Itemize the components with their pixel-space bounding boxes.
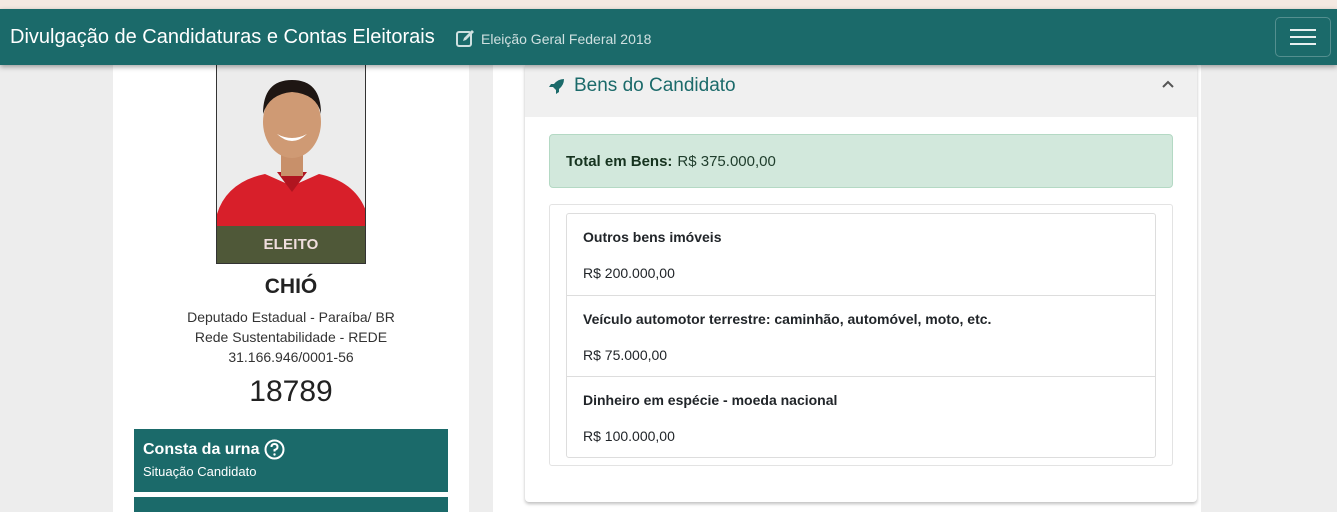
election-label: Eleição Geral Federal 2018 — [481, 31, 652, 47]
status-title-row: Consta da urna — [143, 439, 439, 460]
status-box: Consta da urna Situação Candidato — [134, 429, 448, 492]
hamburger-icon — [1290, 29, 1316, 45]
list-item: Dinheiro em espécie - moeda nacional R$ … — [567, 376, 1155, 457]
menu-toggle-button[interactable] — [1275, 17, 1331, 57]
top-strip — [0, 0, 1337, 9]
list-item: Outros bens imóveis R$ 200.000,00 — [567, 214, 1155, 295]
next-status-box — [134, 497, 448, 512]
help-icon[interactable] — [264, 439, 285, 460]
asset-value: R$ 75.000,00 — [583, 347, 668, 363]
total-assets-alert: Total em Bens: R$ 375.000,00 — [549, 134, 1173, 188]
asset-value: R$ 200.000,00 — [583, 265, 675, 281]
brand-title[interactable]: Divulgação de Candidaturas e Contas Elei… — [10, 25, 435, 49]
assets-list-container: Outros bens imóveis R$ 200.000,00 Veícul… — [549, 204, 1173, 466]
list-item: Veículo automotor terrestre: caminhão, a… — [567, 295, 1155, 376]
elected-badge: ELEITO — [217, 226, 365, 263]
edit-icon — [456, 30, 474, 47]
candidate-cnpj: 31.166.946/0001-56 — [228, 349, 354, 365]
candidate-card: ELEITO CHIÓ Deputado Estadual - Paraíba/… — [113, 63, 469, 512]
assets-title: Bens do Candidato — [574, 75, 736, 96]
asset-description: Dinheiro em espécie - moeda nacional — [583, 392, 838, 408]
candidate-role: Deputado Estadual - Paraíba/ BR — [187, 309, 395, 325]
candidate-name: CHIÓ — [264, 275, 318, 298]
assets-panel: Bens do Candidato Total em Bens: R$ 375.… — [525, 65, 1197, 502]
total-assets-value: R$ 375.000,00 — [677, 152, 776, 170]
status-subtitle: Situação Candidato — [143, 464, 257, 479]
asset-value: R$ 100.000,00 — [583, 428, 675, 444]
assets-panel-header[interactable]: Bens do Candidato — [525, 65, 1197, 117]
navbar: Divulgação de Candidaturas e Contas Elei… — [0, 9, 1337, 65]
assets-list: Outros bens imóveis R$ 200.000,00 Veícul… — [566, 213, 1156, 458]
rocket-icon — [549, 79, 564, 94]
asset-description: Outros bens imóveis — [583, 229, 722, 245]
asset-description: Veículo automotor terrestre: caminhão, a… — [583, 311, 992, 327]
total-assets-label: Total em Bens: — [566, 152, 673, 170]
chevron-up-icon[interactable] — [1161, 77, 1175, 91]
election-selector[interactable]: Eleição Geral Federal 2018 — [456, 25, 651, 51]
candidate-number: 18789 — [249, 375, 333, 408]
candidate-photo: ELEITO — [216, 63, 366, 264]
assets-card: Bens do Candidato Total em Bens: R$ 375.… — [493, 65, 1201, 512]
status-title: Consta da urna — [143, 440, 260, 458]
assets-title-row: Bens do Candidato — [549, 75, 736, 97]
candidate-party: Rede Sustentabilidade - REDE — [194, 329, 388, 345]
